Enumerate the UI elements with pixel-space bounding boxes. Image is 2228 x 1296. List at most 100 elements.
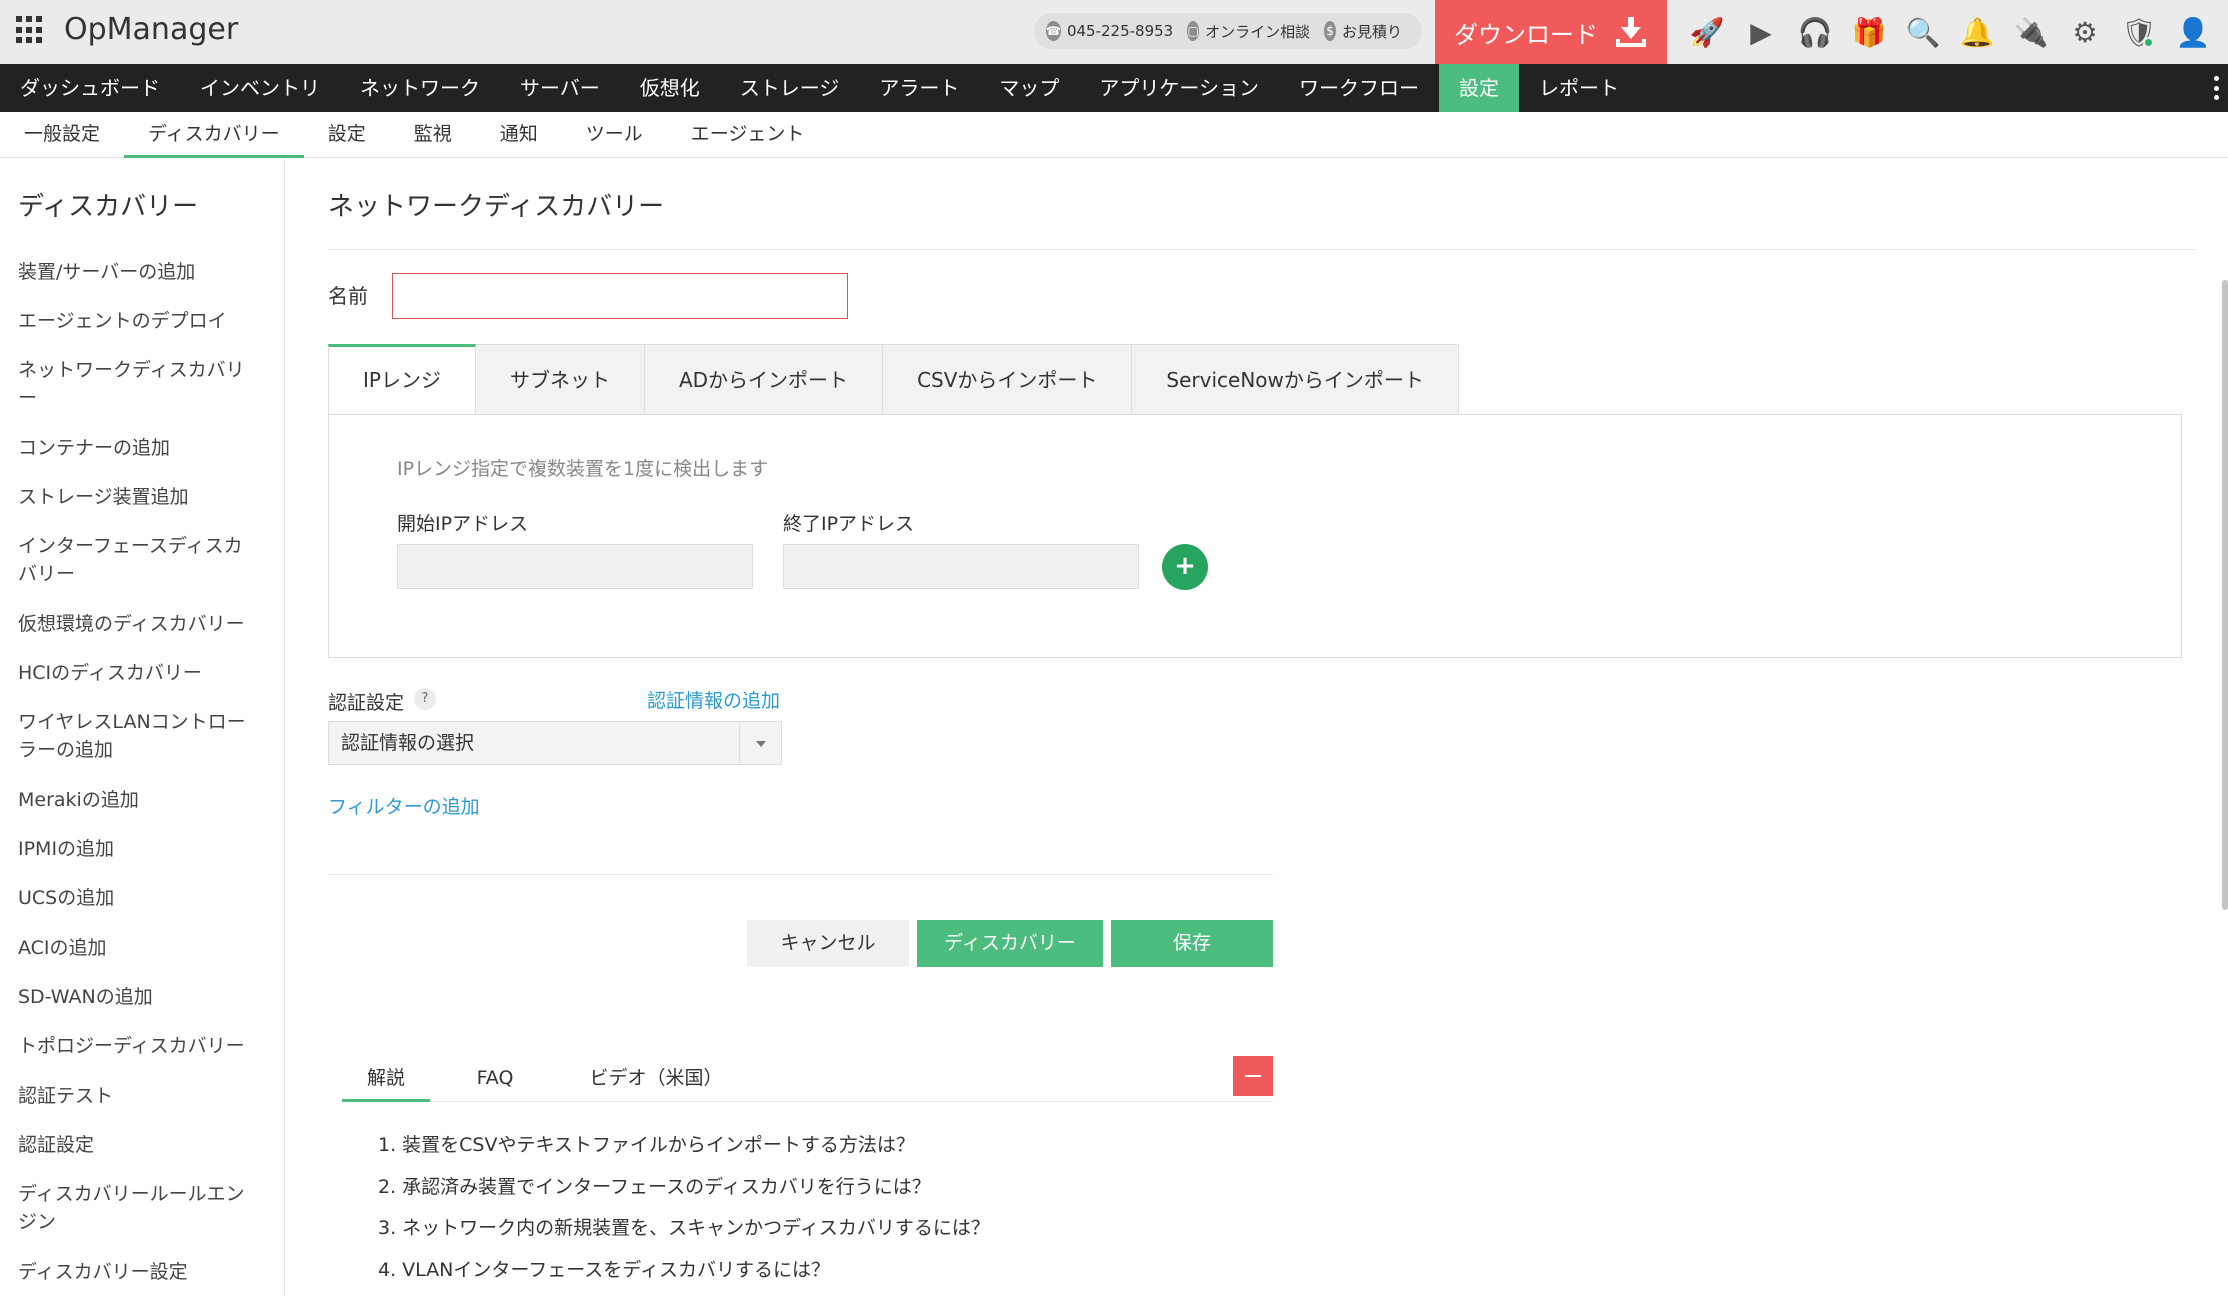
sidebar-item-add-container[interactable]: コンテナーの追加 xyxy=(18,434,258,462)
sidebar-item-virtual-discovery[interactable]: 仮想環境のディスカバリー xyxy=(18,610,258,638)
download-button[interactable]: ダウンロード xyxy=(1435,0,1667,64)
subnav-tools[interactable]: ツール xyxy=(562,112,667,158)
header-toolbar: 🚀 ▶ 🎧 🎁 🔍 🔔 🔌 ⚙ 🛡 👤 xyxy=(1680,0,2220,64)
sidebar-item-hci-discovery[interactable]: HCIのディスカバリー xyxy=(18,659,258,687)
download-label: ダウンロード xyxy=(1454,20,1598,49)
faq-link[interactable]: 2. 承認済み装置でインターフェースのディスカバリを行うには？ xyxy=(378,1172,931,1199)
help-icon[interactable]: ? xyxy=(414,688,436,710)
nav-alert[interactable]: アラート xyxy=(859,64,979,112)
status-dot xyxy=(2143,37,2154,48)
sidebar-item-add-meraki[interactable]: Merakiの追加 xyxy=(18,786,258,814)
sidebar-item-credential-test[interactable]: 認証テスト xyxy=(18,1082,258,1110)
nav-server[interactable]: サーバー xyxy=(500,64,620,112)
add-credential-link[interactable]: 認証情報の追加 xyxy=(647,686,780,713)
end-ip-input[interactable] xyxy=(783,544,1139,589)
search-icon[interactable]: 🔍 xyxy=(1896,0,1950,64)
sidebar-item-deploy-agent[interactable]: エージェントのデプロイ xyxy=(18,307,258,335)
plug-icon[interactable]: 🔌 xyxy=(2004,0,2058,64)
nav-application[interactable]: アプリケーション xyxy=(1079,64,1279,112)
tab-faq[interactable]: FAQ xyxy=(448,1056,542,1102)
rocket-icon[interactable]: 🚀 xyxy=(1680,0,1734,64)
chevron-down-icon xyxy=(739,722,781,764)
nav-report[interactable]: レポート xyxy=(1519,64,1639,112)
quote-icon: $ xyxy=(1324,21,1336,41)
sidebar: ディスカバリー 装置/サーバーの追加 エージェントのデプロイ ネットワークディス… xyxy=(0,158,285,1296)
sidebar-item-add-wlc[interactable]: ワイヤレスLANコントローラーの追加 xyxy=(18,708,258,764)
quote-link[interactable]: お見積り xyxy=(1342,21,1402,42)
divider xyxy=(328,874,1273,875)
sidebar-item-credential-settings[interactable]: 認証設定 xyxy=(18,1131,258,1159)
faq-link[interactable]: 3. ネットワーク内の新規装置を、スキャンかつディスカバリするには？ xyxy=(378,1213,990,1240)
tab-video[interactable]: ビデオ（米国） xyxy=(588,1056,724,1102)
online-consult-link[interactable]: オンライン相談 xyxy=(1205,21,1310,42)
subnav-discovery[interactable]: ディスカバリー xyxy=(124,112,304,158)
sidebar-item-topology-discovery[interactable]: トポロジーディスカバリー xyxy=(18,1032,258,1060)
sidebar-item-rule-engine[interactable]: ディスカバリールールエンジン xyxy=(18,1180,258,1236)
main-nav: ダッシュボード インベントリ ネットワーク サーバー 仮想化 ストレージ アラー… xyxy=(0,64,2228,112)
sidebar-item-add-sdwan[interactable]: SD-WANの追加 xyxy=(18,983,258,1011)
subnav-agent[interactable]: エージェント xyxy=(667,112,829,158)
gift-icon[interactable]: 🎁 xyxy=(1842,0,1896,64)
subnav-general[interactable]: 一般設定 xyxy=(0,112,124,158)
ip-range-panel xyxy=(328,414,2182,658)
tab-explanation[interactable]: 解説 xyxy=(342,1056,430,1102)
name-label: 名前 xyxy=(328,284,368,308)
video-tutorial-icon[interactable]: ▶ xyxy=(1734,0,1788,64)
discover-button[interactable]: ディスカバリー xyxy=(917,920,1103,967)
nav-storage[interactable]: ストレージ xyxy=(720,64,860,112)
bell-icon[interactable]: 🔔 xyxy=(1950,0,2004,64)
subnav-monitoring[interactable]: 監視 xyxy=(390,112,476,158)
tab-ad-import[interactable]: ADからインポート xyxy=(644,344,884,415)
save-button[interactable]: 保存 xyxy=(1111,920,1273,967)
download-icon xyxy=(1614,15,1648,49)
tab-subnet[interactable]: サブネット xyxy=(475,344,645,415)
phone-icon: ☎ xyxy=(1046,21,1061,41)
subnav-notification[interactable]: 通知 xyxy=(476,112,562,158)
more-menu-icon[interactable] xyxy=(2214,76,2220,100)
sidebar-item-add-storage[interactable]: ストレージ装置追加 xyxy=(18,483,258,511)
subnav-config[interactable]: 設定 xyxy=(304,112,390,158)
sidebar-item-network-discovery[interactable]: ネットワークディスカバリー xyxy=(18,356,258,412)
discovery-type-tabs: IPレンジ サブネット ADからインポート CSVからインポート Service… xyxy=(328,344,1459,415)
name-input[interactable] xyxy=(392,273,848,319)
divider xyxy=(328,249,2196,250)
apps-grid-icon[interactable] xyxy=(16,16,44,44)
start-ip-input[interactable] xyxy=(397,544,753,589)
credential-select-value: 認証情報の選択 xyxy=(341,732,475,754)
nav-workflow[interactable]: ワークフロー xyxy=(1279,64,1439,112)
top-header: OpManager ☎ 045-225-8953 ▢ オンライン相談 $ お見積… xyxy=(0,0,2228,64)
nav-map[interactable]: マップ xyxy=(979,64,1079,112)
sub-nav: 一般設定 ディスカバリー 設定 監視 通知 ツール エージェント xyxy=(0,112,2228,158)
nav-network[interactable]: ネットワーク xyxy=(340,64,500,112)
sidebar-item-add-ucs[interactable]: UCSの追加 xyxy=(18,884,258,912)
sidebar-item-interface-discovery[interactable]: インターフェースディスカバリー xyxy=(18,532,258,588)
gear-icon[interactable]: ⚙ xyxy=(2058,0,2112,64)
nav-dashboard[interactable]: ダッシュボード xyxy=(0,64,180,112)
collapse-button[interactable] xyxy=(1233,1056,1273,1096)
app-title[interactable]: OpManager xyxy=(64,12,238,47)
auth-settings-label: 認証設定 xyxy=(328,692,405,714)
sidebar-item-add-device[interactable]: 装置/サーバーの追加 xyxy=(18,258,258,286)
phone-number[interactable]: 045-225-8953 xyxy=(1067,22,1173,40)
tab-csv-import[interactable]: CSVからインポート xyxy=(883,344,1133,415)
tab-servicenow-import[interactable]: ServiceNowからインポート xyxy=(1132,344,1459,415)
sidebar-item-discovery-settings[interactable]: ディスカバリー設定 xyxy=(18,1258,258,1286)
shield-icon[interactable]: 🛡 xyxy=(2112,0,2166,64)
help-tabs: 解説 FAQ ビデオ（米国） xyxy=(342,1056,1273,1102)
headset-support-icon[interactable]: 🎧 xyxy=(1788,0,1842,64)
user-avatar-icon[interactable]: 👤 xyxy=(2166,0,2220,64)
nav-inventory[interactable]: インベントリ xyxy=(180,64,340,112)
ip-range-hint: IPレンジ指定で複数装置を1度に検出します xyxy=(397,458,769,480)
page-scrollbar[interactable] xyxy=(2222,280,2228,910)
nav-virtualization[interactable]: 仮想化 xyxy=(620,64,720,112)
add-range-button[interactable]: + xyxy=(1162,544,1208,590)
tab-ip-range[interactable]: IPレンジ xyxy=(328,344,476,415)
faq-link[interactable]: 1. 装置をCSVやテキストファイルからインポートする方法は？ xyxy=(378,1130,915,1157)
cancel-button[interactable]: キャンセル xyxy=(747,920,909,967)
sidebar-item-add-aci[interactable]: ACIの追加 xyxy=(18,934,258,962)
faq-link[interactable]: 4. VLANインターフェースをディスカバリするには？ xyxy=(378,1255,830,1282)
credential-select[interactable]: 認証情報の選択 xyxy=(328,721,782,765)
nav-settings[interactable]: 設定 xyxy=(1439,64,1520,112)
sidebar-item-add-ipmi[interactable]: IPMIの追加 xyxy=(18,835,258,863)
add-filter-link[interactable]: フィルターの追加 xyxy=(328,792,480,819)
